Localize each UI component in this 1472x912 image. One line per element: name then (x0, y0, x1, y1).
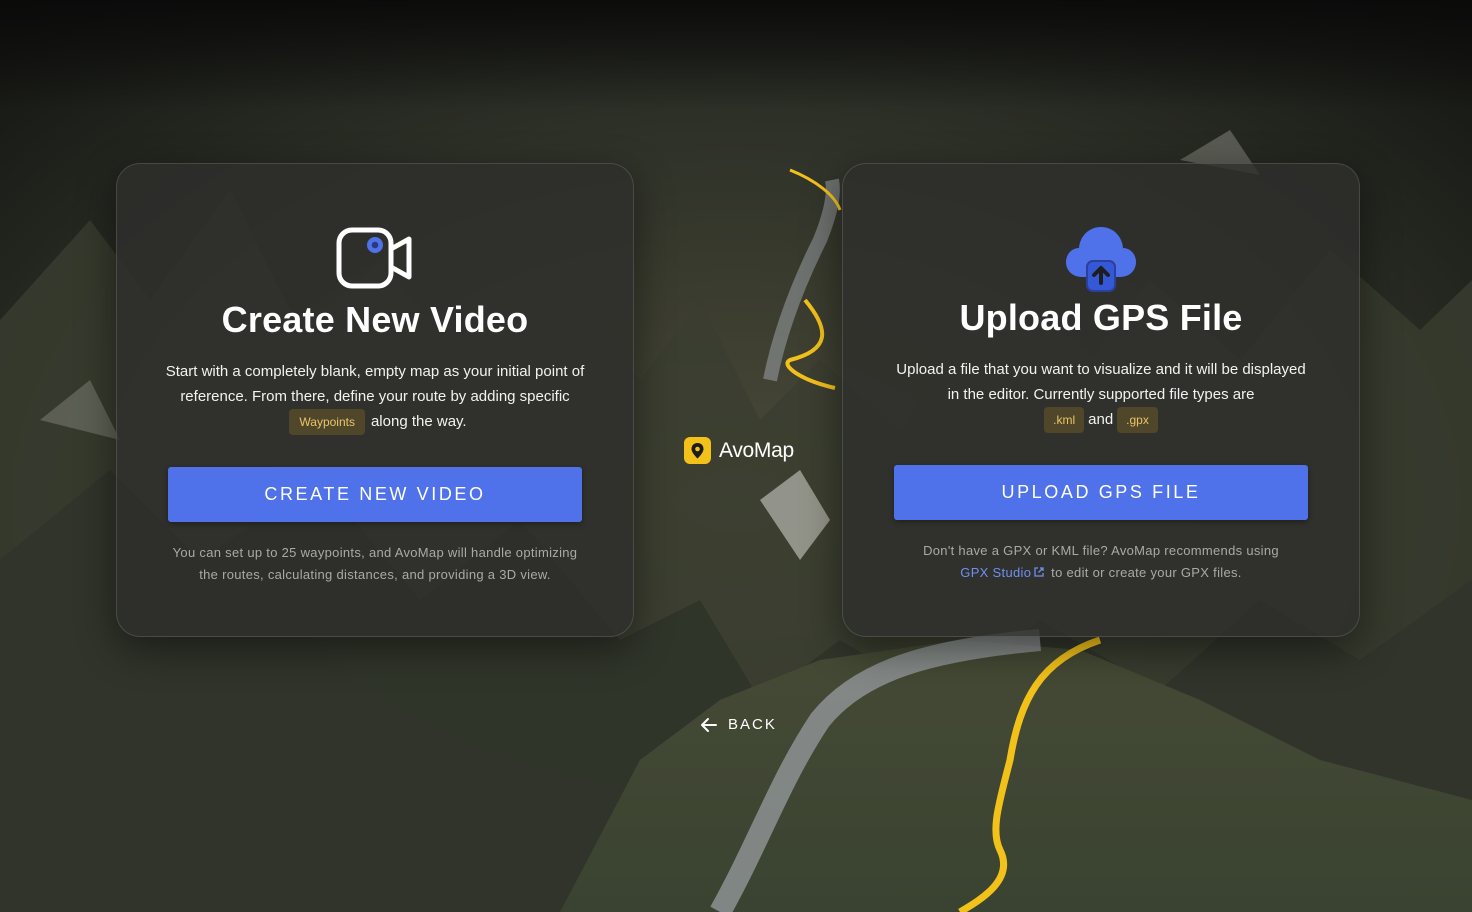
gpx-studio-link-label[interactable]: GPX Studio (960, 565, 1031, 580)
create-video-card: Create New Video Start with a completely… (116, 163, 634, 637)
desc-text: Start with a completely blank, empty map… (165, 363, 585, 405)
kml-chip: .kml (1044, 407, 1085, 433)
upload-gps-note: Don't have a GPX or KML file? AvoMap rec… (891, 540, 1311, 583)
back-button[interactable]: BACK (700, 716, 777, 733)
external-link-icon[interactable] (1033, 566, 1045, 578)
avomap-logo-icon (684, 437, 711, 464)
upload-gps-description: Upload a file that you want to visualize… (891, 358, 1311, 433)
create-video-description: Start with a completely blank, empty map… (165, 360, 585, 435)
gpx-studio-link[interactable]: GPX Studio (960, 565, 1047, 580)
desc-text: Upload a file that you want to visualize… (896, 361, 1306, 403)
note-text: Don't have a GPX or KML file? AvoMap rec… (923, 543, 1279, 558)
note-text-end: to edit or create your GPX files. (1051, 564, 1242, 580)
arrow-left-icon[interactable] (700, 717, 718, 733)
and-text: and (1088, 410, 1114, 428)
back-label[interactable]: BACK (728, 716, 777, 733)
cloud-upload-icon (1064, 220, 1138, 296)
gpx-chip: .gpx (1117, 407, 1158, 433)
mode-select-screen: Create New Video Start with a completely… (0, 0, 1472, 912)
waypoints-chip: Waypoints (289, 409, 365, 435)
upload-gps-title: Upload GPS File (959, 297, 1243, 338)
create-video-note: You can set up to 25 waypoints, and AvoM… (172, 545, 578, 582)
upload-gps-card: Upload GPS File Upload a file that you w… (842, 163, 1360, 637)
create-new-video-button[interactable]: CREATE NEW VIDEO (168, 467, 582, 522)
video-camera-icon (335, 222, 415, 294)
logo-text: AvoMap (719, 438, 794, 462)
desc-text-end: along the way. (370, 412, 467, 430)
upload-gps-file-button[interactable]: UPLOAD GPS FILE (894, 465, 1308, 520)
avomap-logo: AvoMap (684, 437, 794, 464)
create-video-title: Create New Video (221, 299, 529, 340)
